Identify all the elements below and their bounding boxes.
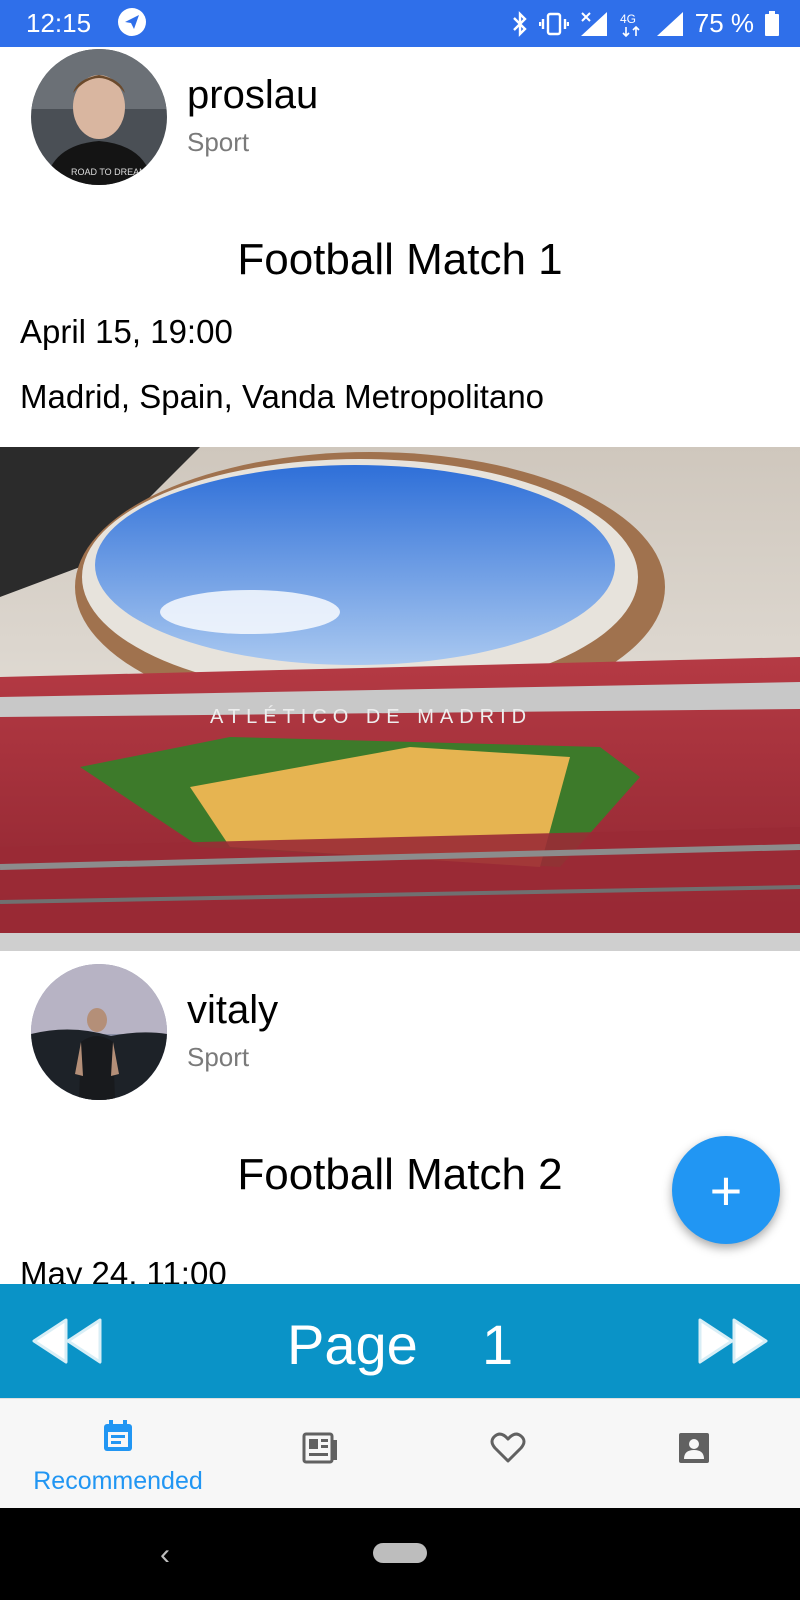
- author-category: Sport: [187, 1042, 250, 1072]
- svg-text:ROAD TO DREAM: ROAD TO DREAM: [71, 167, 147, 177]
- add-post-button[interactable]: +: [672, 1136, 780, 1244]
- signal-icon: [656, 11, 683, 36]
- news-icon: [302, 1432, 337, 1464]
- telegram-icon: [118, 8, 146, 36]
- pagination-bar: Page 1: [0, 1284, 800, 1398]
- vibrate-icon: [538, 12, 569, 35]
- nav-news[interactable]: [220, 1399, 420, 1509]
- author-category: Sport: [187, 127, 250, 157]
- signal-x-icon: [580, 11, 607, 36]
- status-icons: 4G 75 %: [511, 8, 780, 39]
- post-divider: [0, 933, 800, 951]
- back-icon[interactable]: ‹: [160, 1538, 170, 1572]
- post-card[interactable]: vitaly Sport Football Match 2 May 24, 11…: [0, 951, 800, 1284]
- page-number: 1: [482, 1313, 514, 1376]
- svg-text:4G: 4G: [620, 12, 636, 26]
- status-bar: 12:15 4G 75 %: [0, 0, 800, 47]
- post-date: May 24, 11:00: [20, 1255, 227, 1284]
- nav-label-recommended: Recommended: [33, 1467, 203, 1495]
- feed[interactable]: ROAD TO DREAM proslau Sport Football Mat…: [0, 47, 800, 1284]
- post-date: April 15, 19:00: [20, 313, 233, 350]
- author-name[interactable]: vitaly: [187, 988, 278, 1033]
- home-pill[interactable]: [373, 1543, 427, 1563]
- author-name[interactable]: proslau: [187, 73, 318, 118]
- data-4g-icon: 4G: [620, 12, 640, 37]
- rewind-icon: [32, 1318, 102, 1364]
- battery-icon: [765, 10, 779, 36]
- previous-page-button[interactable]: [28, 1306, 108, 1376]
- avatar[interactable]: [31, 964, 167, 1100]
- stadium-image[interactable]: ATLÉTICO DE MADRID: [0, 447, 800, 933]
- post-card[interactable]: ROAD TO DREAM proslau Sport Football Mat…: [0, 47, 800, 951]
- profile-icon: [679, 1433, 709, 1463]
- system-navigation-bar: ‹: [0, 1508, 800, 1600]
- page-label: Page: [287, 1313, 418, 1376]
- post-title: Football Match 1: [237, 235, 563, 284]
- status-time: 12:15: [26, 8, 92, 38]
- nav-recommended[interactable]: Recommended: [0, 1399, 203, 1509]
- fast-forward-icon: [698, 1318, 768, 1364]
- avatar[interactable]: ROAD TO DREAM: [31, 49, 167, 185]
- nav-profile[interactable]: [600, 1399, 800, 1509]
- bottom-navigation: Recommended: [0, 1398, 800, 1509]
- next-page-button[interactable]: [692, 1306, 772, 1376]
- bluetooth-icon: [512, 10, 527, 37]
- battery-percent: 75 %: [694, 8, 754, 38]
- heart-icon: [490, 1432, 526, 1463]
- post-location: Madrid, Spain, Vanda Metropolitano: [20, 378, 545, 415]
- nav-favorites[interactable]: [410, 1399, 610, 1509]
- calendar-icon: [104, 1420, 132, 1451]
- stadium-banner-text: ATLÉTICO DE MADRID: [210, 705, 532, 728]
